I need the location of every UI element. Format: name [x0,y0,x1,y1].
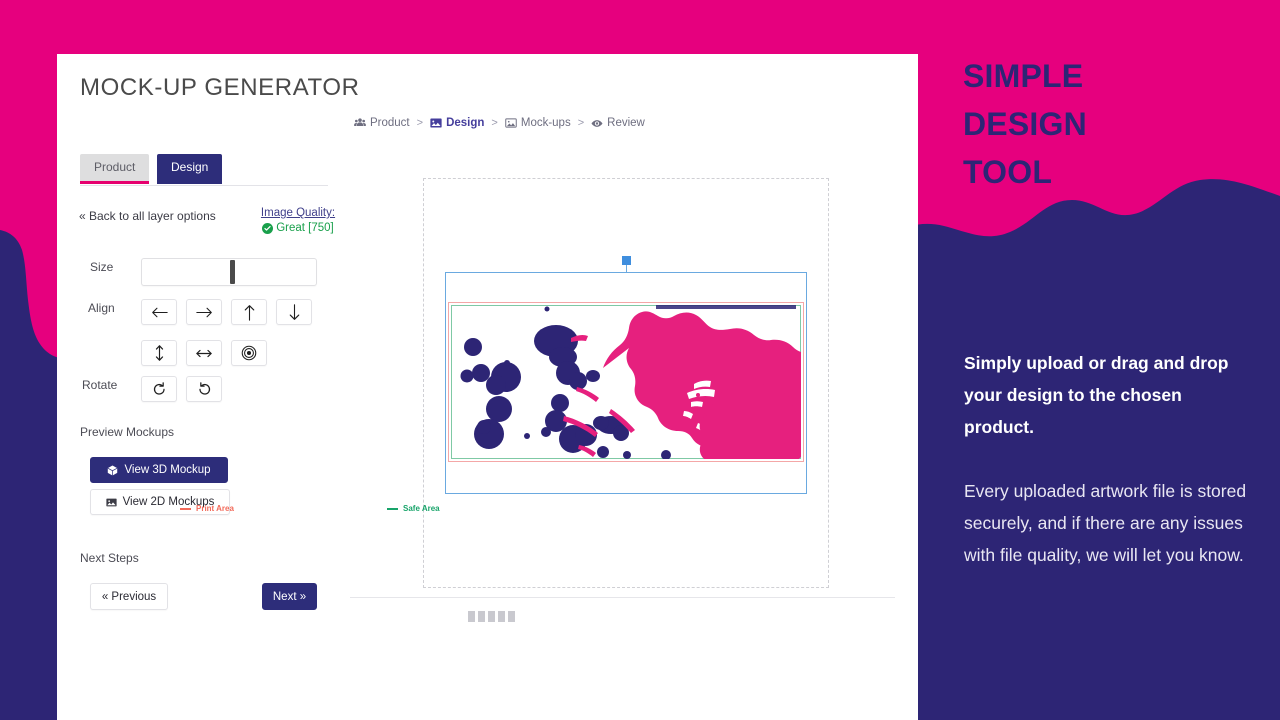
legend-print-area: Print Area [180,504,234,513]
breadcrumb-item-review[interactable]: Review [591,117,645,129]
page-indicator [468,611,515,622]
tab-product[interactable]: Product [80,154,150,184]
breadcrumb: Product > Design > Mock-ups > Review [354,117,645,129]
align-right-button[interactable] [186,299,222,325]
align-left-button[interactable] [141,299,177,325]
marketing-heading: SIMPLE DESIGN TOOL [963,52,1263,196]
legend-print-area-label: Print Area [196,504,234,513]
back-to-layer-options-link[interactable]: « Back to all layer options [79,209,216,223]
legend-dash-safe-icon [387,507,398,510]
center-button[interactable] [231,340,267,366]
page-indicator-dot[interactable] [498,611,505,622]
image-quality-block: Image Quality: Great [750] [253,207,343,234]
breadcrumb-label-product: Product [370,117,410,129]
breadcrumb-item-design[interactable]: Design [430,117,484,129]
breadcrumb-item-product[interactable]: Product [354,117,410,129]
image-icon [430,117,442,129]
page-indicator-dot[interactable] [488,611,495,622]
rotation-handle[interactable] [622,256,631,265]
next-steps-title: Next Steps [80,551,139,565]
next-button[interactable]: Next » [262,583,317,610]
breadcrumb-item-mockups[interactable]: Mock-ups [505,117,571,129]
breadcrumb-label-review: Review [607,117,645,129]
tab-design[interactable]: Design [157,154,223,184]
align-bottom-button[interactable] [276,299,312,325]
preview-mockups-title: Preview Mockups [80,425,175,439]
image-quality-value: Great [750] [276,222,334,234]
tab-bar: Product Design [80,154,328,186]
breadcrumb-separator: > [416,117,424,129]
check-circle-icon [262,222,274,234]
align-top-button[interactable] [231,299,267,325]
stretch-vertical-button[interactable] [141,340,177,366]
size-label: Size [90,260,114,274]
image-quality-label: Image Quality: [260,207,336,219]
artwork-layer[interactable] [451,305,801,459]
view-3d-mockup-label: View 3D Mockup [124,464,211,476]
paint-splatter-graphic [460,305,801,459]
marketing-heading-line-2: DESIGN [963,106,1087,142]
breadcrumb-label-design: Design [446,117,485,129]
size-slider[interactable] [141,258,317,286]
previous-button[interactable]: « Previous [90,583,168,610]
rotate-label: Rotate [82,378,118,392]
breadcrumb-separator-3: > [577,117,585,129]
breadcrumb-separator-2: > [491,117,498,129]
breadcrumb-label-mockups: Mock-ups [520,117,571,129]
image-quality-status: Great [750] [253,222,343,234]
align-label: Align [88,301,115,315]
app-window: MOCK-UP GENERATOR Product > Design > Moc… [57,54,918,720]
eye-icon [591,117,603,129]
canvas-divider [350,597,895,598]
image-icon [105,497,117,508]
legend-safe-area-label: Safe Area [403,504,440,513]
picture-icon [505,117,517,129]
marketing-heading-line-3: TOOL [963,154,1053,190]
rotate-clockwise-button[interactable] [141,376,177,402]
people-icon [354,117,366,129]
view-3d-mockup-button[interactable]: View 3D Mockup [90,457,228,483]
stretch-horizontal-button[interactable] [186,340,222,366]
legend-safe-area: Safe Area [387,504,440,513]
marketing-body-bold: Simply upload or drag and drop your desi… [964,353,1229,437]
page-indicator-dot[interactable] [508,611,515,622]
page-indicator-dot[interactable] [478,611,485,622]
legend-dash-print-icon [180,507,191,510]
marketing-heading-line-1: SIMPLE [963,58,1084,94]
rotate-counterclockwise-button[interactable] [186,376,222,402]
page-title: MOCK-UP GENERATOR [80,74,360,101]
screenshot-root: MOCK-UP GENERATOR Product > Design > Moc… [0,0,1280,720]
cube-icon [107,465,118,476]
size-slider-handle[interactable] [230,260,236,284]
marketing-body: Every uploaded artwork file is stored se… [964,481,1247,565]
page-indicator-dot[interactable] [468,611,475,622]
